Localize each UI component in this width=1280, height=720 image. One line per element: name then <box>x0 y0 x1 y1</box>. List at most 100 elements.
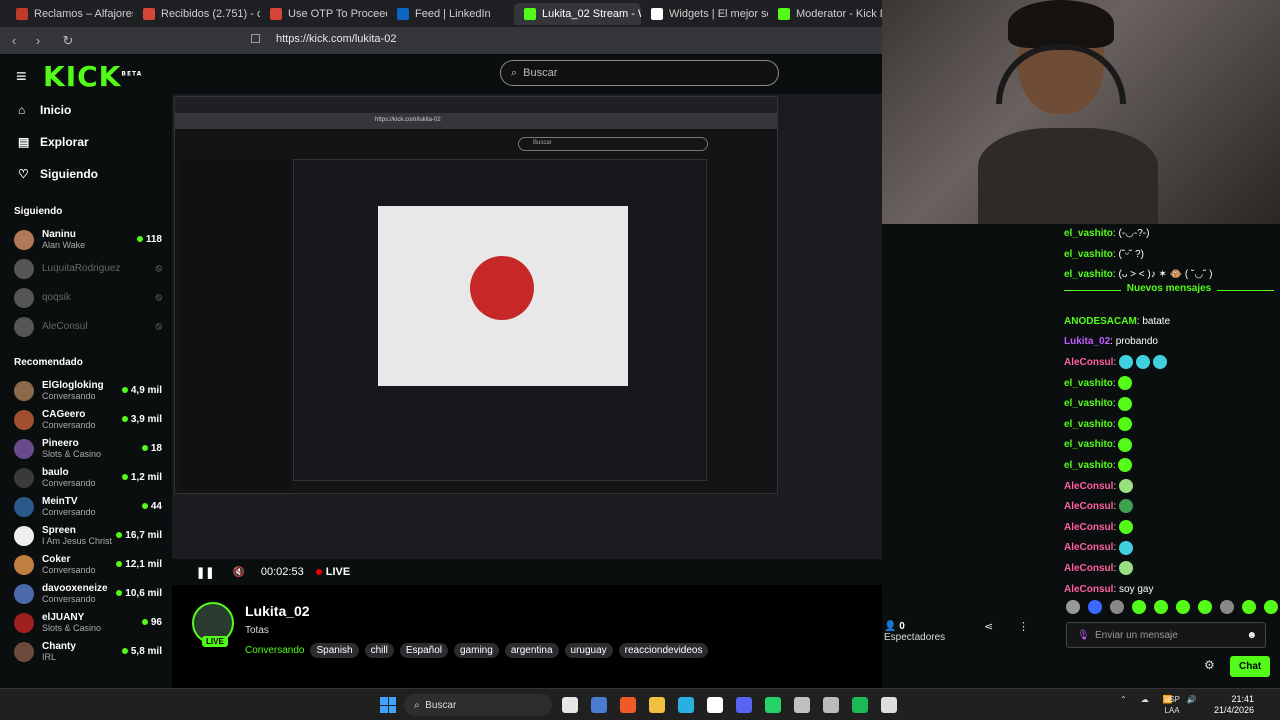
stream-tag[interactable]: gaming <box>454 643 499 658</box>
mic-icon[interactable]: 🎙 <box>1077 630 1090 641</box>
sidebar-nav-explorar[interactable]: ▤ Explorar <box>0 126 172 158</box>
chat-username[interactable]: el_vashito <box>1064 460 1113 471</box>
back-icon[interactable]: ‹ <box>4 33 24 48</box>
taskbar-app-icon[interactable] <box>649 697 665 713</box>
chat-username[interactable]: ANODESACAM <box>1064 316 1137 327</box>
taskbar-app-icon[interactable] <box>852 697 868 713</box>
chat-username[interactable]: el_vashito <box>1064 228 1113 239</box>
mute-icon[interactable]: 🔇 <box>232 567 244 578</box>
channel-item[interactable]: Pineero Slots & Casino 18 <box>0 434 172 463</box>
tray-icon[interactable]: ☁ <box>1141 695 1149 704</box>
stream-tag[interactable]: Spanish <box>310 643 359 658</box>
emote-picker-icon[interactable] <box>1154 600 1168 614</box>
chat-username[interactable]: el_vashito <box>1064 378 1113 389</box>
chat-username[interactable]: AleConsul <box>1064 501 1113 512</box>
taskbar-app-icon[interactable] <box>678 697 694 713</box>
channel-item[interactable]: LuquitaRodriguez ⦸ <box>0 254 172 283</box>
chat-username[interactable]: Lukita_02 <box>1064 336 1110 347</box>
chat-username[interactable]: AleConsul <box>1064 481 1113 492</box>
language-indicator[interactable]: ESP LAA <box>1164 694 1180 716</box>
channel-item[interactable]: baulo Conversando 1,2 mil <box>0 463 172 492</box>
emote-picker-icon[interactable] <box>1066 600 1080 614</box>
channel-item[interactable]: qoqsik ⦸ <box>0 283 172 312</box>
channel-item[interactable]: AleConsul ⦸ <box>0 312 172 341</box>
channel-item[interactable]: ElGlogloking Conversando 4,9 mil <box>0 376 172 405</box>
emote-picker-icon[interactable] <box>1242 600 1256 614</box>
chat-send-button[interactable]: Chat <box>1230 656 1271 677</box>
emoji-icon[interactable]: ☻ <box>1246 630 1257 641</box>
chat-username[interactable]: AleConsul <box>1064 542 1113 553</box>
taskbar-app-icon[interactable] <box>794 697 810 713</box>
browser-tab[interactable]: Lukita_02 Stream - W✕ <box>514 2 641 25</box>
tray-icon[interactable]: 🔊 <box>1187 695 1197 704</box>
browser-tab[interactable]: Recibidos (2.751) - cespe <box>133 3 260 25</box>
stream-tag[interactable]: reacciondevideos <box>618 643 709 658</box>
taskbar-app-icon[interactable] <box>620 697 636 713</box>
browser-tab[interactable]: Reclamos – Alfajores Punt <box>6 3 133 25</box>
channel-item[interactable]: Naninu Alan Wake 118 <box>0 225 172 254</box>
share-icon[interactable]: ⋖ <box>984 620 993 633</box>
reload-icon[interactable]: ↻ <box>58 33 78 49</box>
more-icon[interactable]: ⋮ <box>1018 620 1029 633</box>
bookmark-icon[interactable]: ☐ <box>250 32 261 46</box>
browser-tab[interactable]: Moderator - Kick Dashbo <box>768 3 895 25</box>
stream-tag[interactable]: Español <box>399 643 448 658</box>
taskbar-app-icon[interactable] <box>823 697 839 713</box>
taskbar-clock[interactable]: 21:41 21/4/2026 <box>1214 694 1254 716</box>
emote-picker-icon[interactable] <box>1132 600 1146 614</box>
chat-username[interactable]: el_vashito <box>1064 398 1113 409</box>
stream-category[interactable]: Conversando <box>245 645 304 656</box>
channel-item[interactable]: davooxeneize Conversando 10,6 mil <box>0 579 172 608</box>
taskbar-app-icon[interactable] <box>707 697 723 713</box>
forward-icon[interactable]: › <box>28 33 48 48</box>
url-field[interactable]: https://kick.com/lukita-02 <box>276 33 396 45</box>
emote-picker-icon[interactable] <box>1110 600 1124 614</box>
video-player[interactable]: https://kick.com/lukita-02 Buscar <box>172 94 882 559</box>
taskbar-app-icon[interactable] <box>736 697 752 713</box>
emote-picker-icon[interactable] <box>1264 600 1278 614</box>
taskbar-app-icon[interactable] <box>591 697 607 713</box>
channel-item[interactable]: Chanty IRL 5,8 mil <box>0 637 172 666</box>
streamer-name[interactable]: Lukita_02 <box>245 603 310 619</box>
chat-username[interactable]: el_vashito <box>1064 269 1113 280</box>
pause-icon[interactable]: ❚❚ <box>196 566 214 579</box>
channel-item[interactable]: elJUANY Slots & Casino 96 <box>0 608 172 637</box>
chat-username[interactable]: AleConsul <box>1064 584 1113 595</box>
chat-settings-icon[interactable]: ⚙ <box>1204 658 1215 672</box>
kick-logo[interactable]: KICKBETA <box>43 60 142 93</box>
stream-tag[interactable]: uruguay <box>564 643 613 658</box>
emote-picker-icon[interactable] <box>1176 600 1190 614</box>
emote-picker-icon[interactable] <box>1198 600 1212 614</box>
chat-input-placeholder: Enviar un mensaje <box>1095 629 1178 641</box>
new-messages-divider[interactable]: Nuevos mensajes <box>1064 282 1274 308</box>
chat-username[interactable]: el_vashito <box>1064 439 1113 450</box>
channel-item[interactable]: Coker Conversando 12,1 mil <box>0 550 172 579</box>
emote-picker-icon[interactable] <box>1088 600 1102 614</box>
channel-item[interactable]: CAGeero Conversando 3,9 mil <box>0 405 172 434</box>
chat-username[interactable]: AleConsul <box>1064 522 1113 533</box>
stream-tag[interactable]: chill <box>364 643 394 658</box>
channel-item[interactable]: Spreen I Am Jesus Christ 16,7 mil <box>0 521 172 550</box>
chat-input[interactable]: 🎙 Enviar un mensaje ☻ <box>1066 622 1266 648</box>
chat-username[interactable]: AleConsul <box>1064 357 1113 368</box>
tray-icon[interactable]: ⌃ <box>1120 695 1127 704</box>
browser-tab[interactable]: Use OTP To Proceed - luca <box>260 3 387 25</box>
taskbar-app-icon[interactable] <box>562 697 578 713</box>
sidebar-nav-siguiendo[interactable]: ♡ Siguiendo <box>0 158 172 190</box>
stream-tag[interactable]: argentina <box>504 643 559 658</box>
taskbar-app-icon[interactable] <box>765 697 781 713</box>
channel-category: Conversando <box>42 478 96 488</box>
taskbar-app-icon[interactable] <box>881 697 897 713</box>
windows-start-icon[interactable] <box>380 697 396 713</box>
chat-username[interactable]: el_vashito <box>1064 419 1113 430</box>
chat-username[interactable]: AleConsul <box>1064 563 1113 574</box>
emote-picker-icon[interactable] <box>1220 600 1234 614</box>
sidebar-nav-inicio[interactable]: ⌂ Inicio <box>0 94 172 126</box>
menu-icon[interactable]: ≡ <box>16 66 27 87</box>
chat-username[interactable]: el_vashito <box>1064 249 1113 260</box>
browser-tab[interactable]: Feed | LinkedIn <box>387 3 514 25</box>
search-input[interactable]: ⌕ Buscar <box>500 60 779 86</box>
browser-tab[interactable]: Widgets | El mejor softwa <box>641 3 768 25</box>
taskbar-search[interactable]: ⌕ Buscar <box>404 694 552 716</box>
channel-item[interactable]: MeinTV Conversando 44 <box>0 492 172 521</box>
